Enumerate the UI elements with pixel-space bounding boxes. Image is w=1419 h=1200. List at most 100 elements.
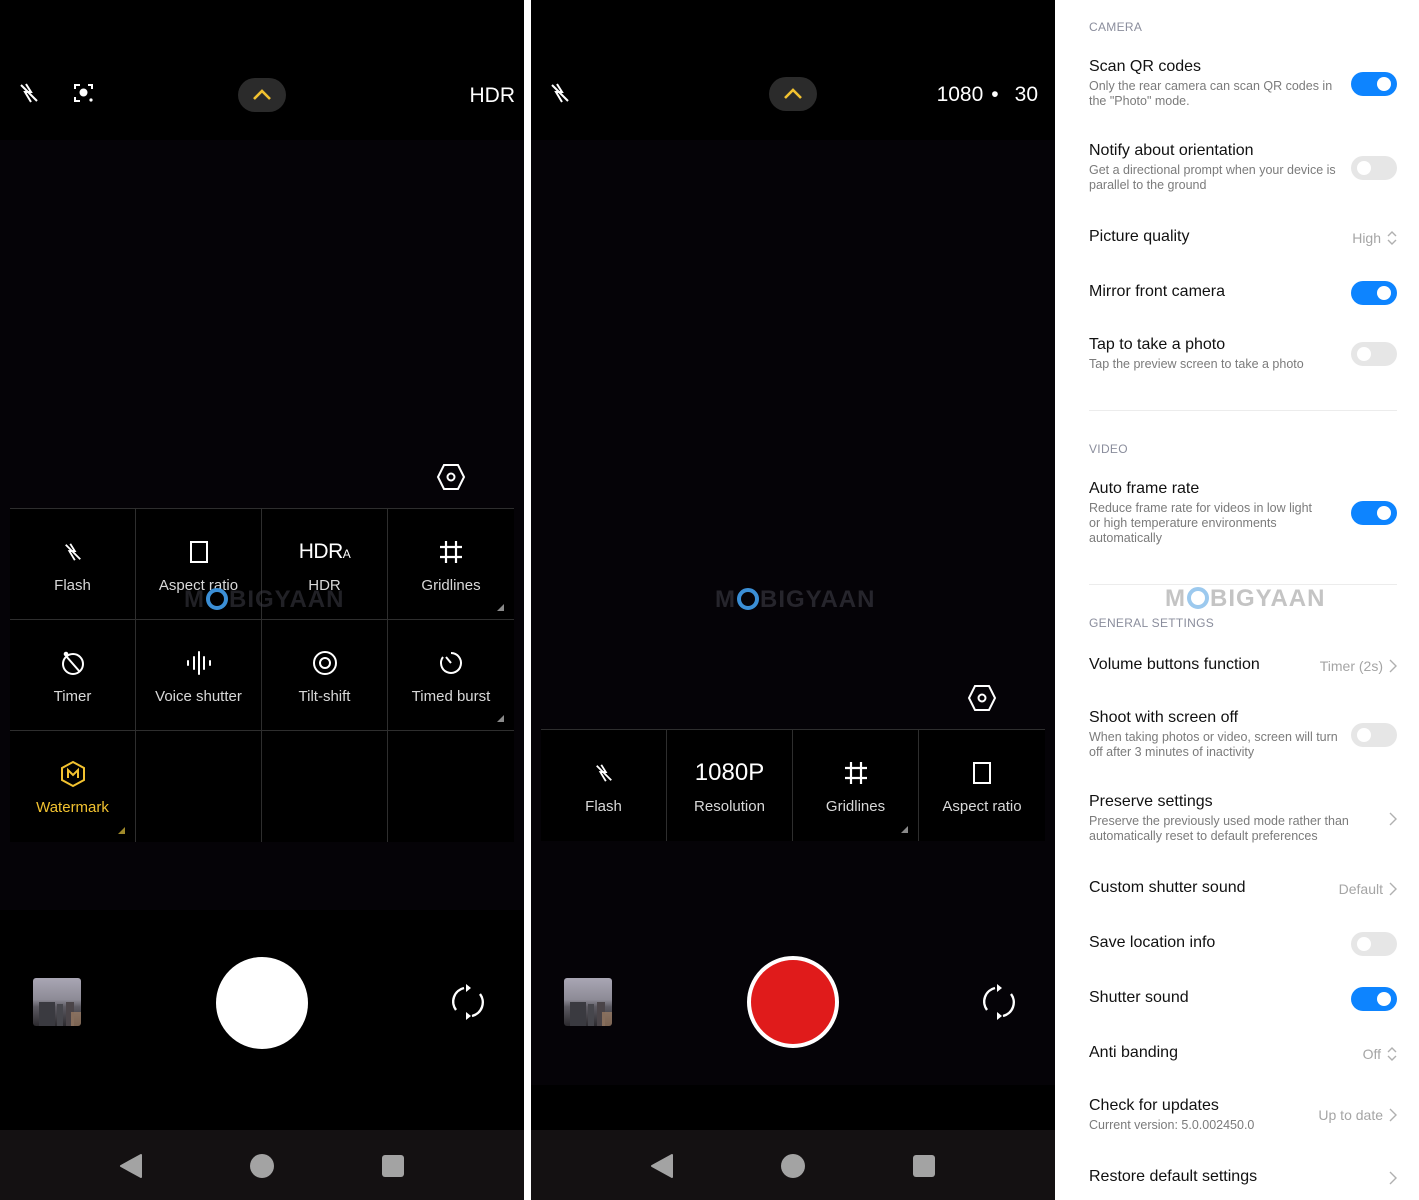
chevron-up-icon [253,89,271,100]
chevron-right-icon [1389,659,1397,673]
top-bar: 1080 • 30 [531,60,1055,130]
empty-tile [136,731,262,842]
capture-controls [531,940,1055,1130]
watermark-icon [59,759,87,789]
hexagon-lens-icon [436,464,466,490]
flash-off-icon[interactable] [545,78,575,108]
recents-button[interactable] [380,1153,406,1179]
flash-off-icon [594,758,614,788]
shutter-button[interactable] [216,957,308,1049]
setting-restore-defaults[interactable]: Restore default settings [1089,1168,1397,1188]
chevron-up-icon [784,88,802,99]
section-header-video: VIDEO [1089,442,1128,456]
divider [1089,410,1397,411]
chevron-right-icon [1389,1171,1397,1185]
toggle-switch[interactable] [1351,987,1397,1011]
quick-setting-timer[interactable]: Timer [10,620,136,730]
chevron-right-icon [1389,1108,1397,1122]
recents-icon [382,1155,404,1177]
hdr-auto-icon: HDRA [298,540,351,563]
lens-button[interactable] [965,681,999,715]
quick-setting-flash[interactable]: Flash [541,730,667,841]
record-button[interactable] [747,956,839,1048]
back-button[interactable] [649,1153,675,1179]
setting-mirror-front-camera[interactable]: Mirror front camera [1089,281,1397,305]
anti-banding-value: Off [1362,1046,1381,1062]
quick-setting-timed-burst[interactable]: Timed burst [388,620,514,730]
photo-mode-screen: HDR Flash Aspect ratio HDRA HDR Gridline… [0,0,524,1200]
chevron-right-icon [1389,812,1397,825]
resolution-value: 1080 [936,83,984,106]
home-button[interactable] [249,1153,275,1179]
submenu-indicator [118,827,125,834]
navigation-bar [0,1130,524,1200]
gridlines-icon [439,537,463,567]
aspect-ratio-icon [973,758,991,788]
switch-camera-icon[interactable] [977,980,1021,1024]
separator-dot: • [991,83,999,106]
hexagon-lens-icon [967,685,997,711]
toggle-switch[interactable] [1351,155,1397,180]
hdr-toggle[interactable]: HDR [470,84,516,108]
home-button[interactable] [780,1153,806,1179]
watermark-logo: M BIGYAAN [1165,585,1326,612]
timer-off-icon [60,648,86,678]
shutter-sound-value: Default [1338,881,1383,897]
setting-shoot-screen-off[interactable]: Shoot with screen off When taking photos… [1089,709,1397,760]
tilt-shift-icon [312,648,338,678]
camera-settings-page: CAMERA Scan QR codes Only the rear camer… [1055,0,1419,1200]
setting-scan-qr-codes[interactable]: Scan QR codes Only the rear camera can s… [1089,58,1397,109]
quick-setting-gridlines[interactable]: Gridlines [793,730,919,841]
video-format-readout[interactable]: 1080 • 30 [937,83,1038,107]
quick-setting-flash[interactable]: Flash [10,509,136,619]
empty-tile [388,731,514,842]
flash-off-icon[interactable] [14,78,44,108]
setting-preserve-settings[interactable]: Preserve settings Preserve the previousl… [1089,793,1397,844]
quick-setting-aspect-ratio[interactable]: Aspect ratio [919,730,1045,841]
setting-shutter-sound[interactable]: Shutter sound [1089,987,1397,1011]
setting-anti-banding[interactable]: Anti banding Off [1089,1044,1397,1064]
top-bar: HDR [0,60,524,130]
setting-check-for-updates[interactable]: Check for updates Current version: 5.0.0… [1089,1097,1397,1133]
quick-setting-tilt-shift[interactable]: Tilt-shift [262,620,388,730]
toggle-switch[interactable] [1351,501,1397,525]
voice-wave-icon [185,648,213,678]
up-down-chevron-icon [1387,1047,1397,1061]
toggle-switch[interactable] [1351,71,1397,96]
expand-settings-button[interactable] [238,78,286,112]
volume-buttons-value: Timer (2s) [1319,658,1383,674]
toggle-switch[interactable] [1351,932,1397,956]
quick-setting-voice-shutter[interactable]: Voice shutter [136,620,262,730]
toggle-switch[interactable] [1351,281,1397,305]
setting-notify-orientation[interactable]: Notify about orientation Get a direction… [1089,142,1397,193]
setting-tap-to-take-photo[interactable]: Tap to take a photo Tap the preview scre… [1089,336,1397,372]
setting-picture-quality[interactable]: Picture quality High [1089,228,1397,248]
gallery-thumbnail[interactable] [33,978,81,1026]
quick-setting-resolution[interactable]: 1080P Resolution [667,730,793,841]
recents-button[interactable] [911,1153,937,1179]
setting-save-location-info[interactable]: Save location info [1089,932,1397,956]
scan-focus-icon[interactable] [69,78,99,108]
submenu-indicator [497,715,504,722]
submenu-indicator [901,826,908,833]
back-icon [651,1154,673,1178]
recents-icon [913,1155,935,1177]
video-mode-screen: 1080 • 30 M BIGYAAN Flash 1080P Resolutio… [531,0,1055,1200]
expand-settings-button[interactable] [769,77,817,111]
setting-custom-shutter-sound[interactable]: Custom shutter sound Default [1089,879,1397,899]
update-status-value: Up to date [1318,1107,1383,1123]
lens-button[interactable] [434,460,468,494]
toggle-switch[interactable] [1351,722,1397,747]
home-icon [781,1154,805,1178]
back-button[interactable] [118,1153,144,1179]
quick-setting-gridlines[interactable]: Gridlines [388,509,514,619]
toggle-switch[interactable] [1351,342,1397,366]
setting-volume-buttons-function[interactable]: Volume buttons function Timer (2s) [1089,656,1397,676]
navigation-bar [531,1130,1055,1200]
quick-settings-grid: Flash 1080P Resolution Gridlines Aspect … [541,729,1045,841]
quick-setting-watermark[interactable]: Watermark [10,731,136,842]
section-header-camera: CAMERA [1089,20,1143,34]
switch-camera-icon[interactable] [446,980,490,1024]
setting-auto-frame-rate[interactable]: Auto frame rate Reduce frame rate for vi… [1089,480,1397,546]
gallery-thumbnail[interactable] [564,978,612,1026]
